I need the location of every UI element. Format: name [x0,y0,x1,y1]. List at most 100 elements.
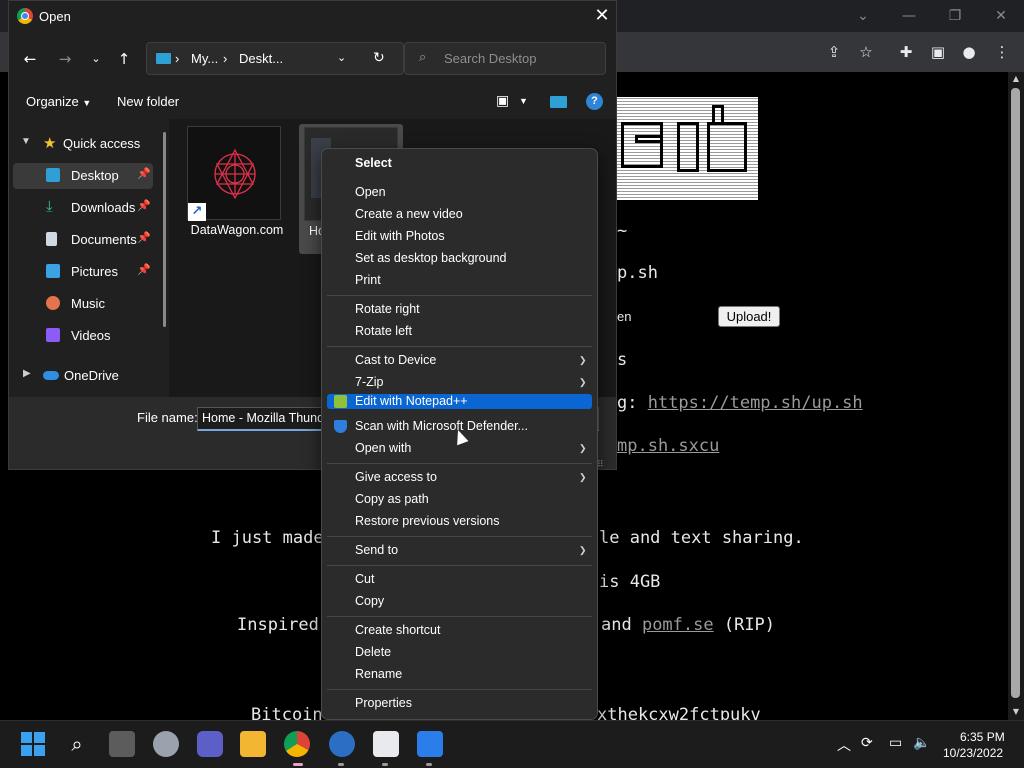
menu-item-cast-to-device[interactable]: Cast to Device ❯ [327,350,592,371]
menu-separator [327,463,592,464]
menu-item-create-shortcut[interactable]: Create shortcut [327,620,592,641]
view-dropdown-chevron-icon[interactable]: ▼ [519,96,528,106]
teams-chat-icon[interactable] [197,731,223,757]
scroll-up-icon[interactable]: ▲ [1011,74,1021,84]
sidebar-item-label: Downloads [71,200,136,215]
store-running-indicator [382,763,388,766]
onedrive-chevron-icon[interactable]: ▶ [23,368,31,379]
dialog-close-icon[interactable]: ✕ [592,6,612,26]
profile-icon[interactable]: ● [958,41,980,63]
pin-icon: 📌 [137,200,151,212]
address-segment-desktop[interactable]: Deskt... [239,51,283,66]
menu-item-rotate-left[interactable]: Rotate left [327,321,592,342]
extensions-icon[interactable]: ✚ [895,41,917,63]
menu-item-print[interactable]: Print [327,270,592,291]
dialog-command-bar: Organize ▼ New folder ▣ ▼ ? [9,85,616,119]
up-arrow-icon[interactable]: ↑ [113,48,135,70]
menu-kebab-icon[interactable]: ⋮ [991,41,1013,63]
scroll-down-icon[interactable]: ▼ [1011,707,1021,717]
search-desktop-input[interactable]: ⌕ Search Desktop [404,42,606,75]
view-options-icon[interactable]: ▣ [496,92,509,109]
upsh-link[interactable]: https://temp.sh/up.sh [648,393,863,413]
sidebar-item-downloads[interactable]: ⤓ Downloads 📌 [13,195,153,221]
address-dropdown-chevron-icon[interactable]: ⌄ [337,51,346,64]
organize-button[interactable]: Organize ▼ [26,94,91,109]
shortcut-arrow-icon: ↗ [188,203,206,221]
thunderbird-icon[interactable] [329,731,355,757]
submenu-chevron-icon: ❯ [579,377,587,387]
network-icon[interactable]: ▭ [889,735,902,751]
file-item[interactable]: ↗ DataWagon.com [187,126,283,254]
upload-button[interactable]: Upload! [718,306,780,327]
menu-item-set-background[interactable]: Set as desktop background [327,248,592,269]
sidebar-item-videos[interactable]: Videos [13,323,153,349]
menu-item-7zip[interactable]: 7-Zip ❯ [327,372,592,393]
sidebar-item-pictures[interactable]: Pictures 📌 [13,259,153,285]
search-taskbar-icon[interactable]: ⌕ [64,731,90,757]
menu-item-copy[interactable]: Copy [327,591,592,612]
tab-search-icon[interactable]: ⌄ [852,5,874,27]
close-window-icon[interactable]: ✕ [990,5,1012,27]
address-bar[interactable]: › My... › Deskt... ⌄ ↻ [146,42,404,75]
minimize-icon[interactable]: — [898,5,920,27]
sidebar-item-music[interactable]: Music [13,291,153,317]
share-icon[interactable]: ⇪ [823,41,845,63]
snipping-tool-icon[interactable] [417,731,443,757]
menu-item-restore-versions[interactable]: Restore previous versions [327,511,592,532]
pin-icon: 📌 [137,232,151,244]
quick-access-chevron-icon[interactable]: ▼ [21,136,31,147]
menu-item-open[interactable]: Open [327,182,592,203]
start-windows-icon[interactable] [20,731,46,757]
bookmark-star-icon[interactable]: ☆ [855,41,877,63]
file-explorer-icon[interactable] [240,731,266,757]
chrome-taskbar-icon[interactable] [284,731,310,757]
pomf-link[interactable]: pomf.se [642,615,714,635]
file-thumbnail: ↗ [187,126,281,221]
restore-icon[interactable]: ❐ [944,5,966,27]
menu-item-properties[interactable]: Properties [327,693,592,714]
menu-item-edit-photos[interactable]: Edit with Photos [327,226,592,247]
sidebar-item-label: Documents [71,232,137,247]
inspired-text: Inspired [237,615,319,635]
menu-item-give-access[interactable]: Give access to ❯ [327,467,592,488]
menu-item-send-to[interactable]: Send to ❯ [327,540,592,561]
forward-arrow-icon[interactable]: → [54,48,76,70]
sxcu-link[interactable]: mp.sh.sxcu [617,436,719,456]
clock-date[interactable]: 10/23/2022 [943,746,1003,760]
sidebar-item-documents[interactable]: Documents 📌 [13,227,153,253]
recent-locations-chevron-icon[interactable]: ⌄ [85,48,107,70]
address-segment-my[interactable]: My... [191,51,218,66]
navigation-pane-scrollbar[interactable] [163,132,166,327]
refresh-icon[interactable]: ↻ [373,49,385,66]
microsoft-store-icon[interactable] [373,731,399,757]
page-scrollbar-thumb[interactable] [1011,88,1020,698]
file-chooser-text[interactable]: en [617,309,631,324]
menu-item-rotate-right[interactable]: Rotate right [327,299,592,320]
preview-pane-icon[interactable] [550,96,567,108]
back-arrow-icon[interactable]: ← [19,48,41,70]
menu-separator [327,616,592,617]
volume-icon[interactable]: 🔈 [913,735,930,751]
help-icon[interactable]: ? [586,93,603,110]
menu-item-rename[interactable]: Rename [327,664,592,685]
clock-time[interactable]: 6:35 PM [960,730,1005,744]
show-hidden-icons-chevron-icon[interactable]: ︿ [837,735,851,755]
task-view-icon[interactable] [109,731,135,757]
menu-item-copy-as-path[interactable]: Copy as path [327,489,592,510]
menu-item-cut[interactable]: Cut [327,569,592,590]
side-panel-icon[interactable]: ▣ [927,41,949,63]
menu-item-delete[interactable]: Delete [327,642,592,663]
address-sep: › [175,51,180,66]
widgets-icon[interactable] [153,731,179,757]
quick-access-item[interactable]: ▼ ★ Quick access [13,131,153,157]
menu-item-select[interactable]: Select [327,153,592,174]
documents-icon [46,232,57,246]
menu-item-edit-notepadpp[interactable]: Edit with Notepad++ [327,394,592,409]
sidebar-item-desktop[interactable]: Desktop 📌 [13,163,153,189]
dialog-title: Open [39,9,71,24]
new-folder-button[interactable]: New folder [117,94,179,109]
navigation-pane: ▼ ★ Quick access Desktop 📌 ⤓ Downloads 📌… [9,121,169,397]
sidebar-item-onedrive[interactable]: ▶ OneDrive [13,363,153,389]
sync-icon[interactable]: ⟳ [861,735,873,751]
menu-item-create-video[interactable]: Create a new video [327,204,592,225]
